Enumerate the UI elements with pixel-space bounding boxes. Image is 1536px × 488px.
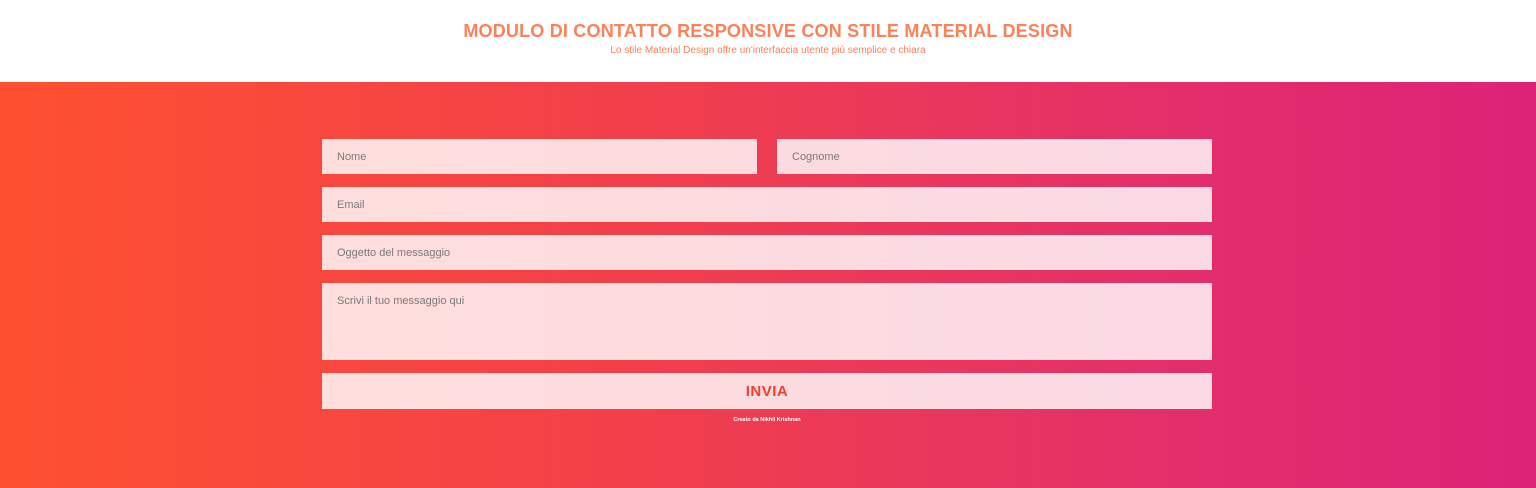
message-textarea[interactable] xyxy=(322,283,1212,360)
first-name-input[interactable] xyxy=(322,139,757,174)
submit-button[interactable]: INVIA xyxy=(322,373,1212,409)
last-name-input[interactable] xyxy=(777,139,1212,174)
contact-form: INVIA Creato da Nikhil Krishnan xyxy=(322,139,1212,423)
email-row xyxy=(322,187,1212,222)
subject-row xyxy=(322,235,1212,270)
page-title: MODULO DI CONTATTO RESPONSIVE CON STILE … xyxy=(463,21,1073,41)
page-subtitle: Lo stile Material Design offre un'interf… xyxy=(610,45,926,56)
credit-text: Creato da Nikhil Krishnan xyxy=(733,417,801,423)
page-header: MODULO DI CONTATTO RESPONSIVE CON STILE … xyxy=(0,0,1536,82)
subject-input[interactable] xyxy=(322,235,1212,270)
email-input[interactable] xyxy=(322,187,1212,222)
name-row xyxy=(322,139,1212,174)
contact-section: INVIA Creato da Nikhil Krishnan xyxy=(0,82,1536,488)
